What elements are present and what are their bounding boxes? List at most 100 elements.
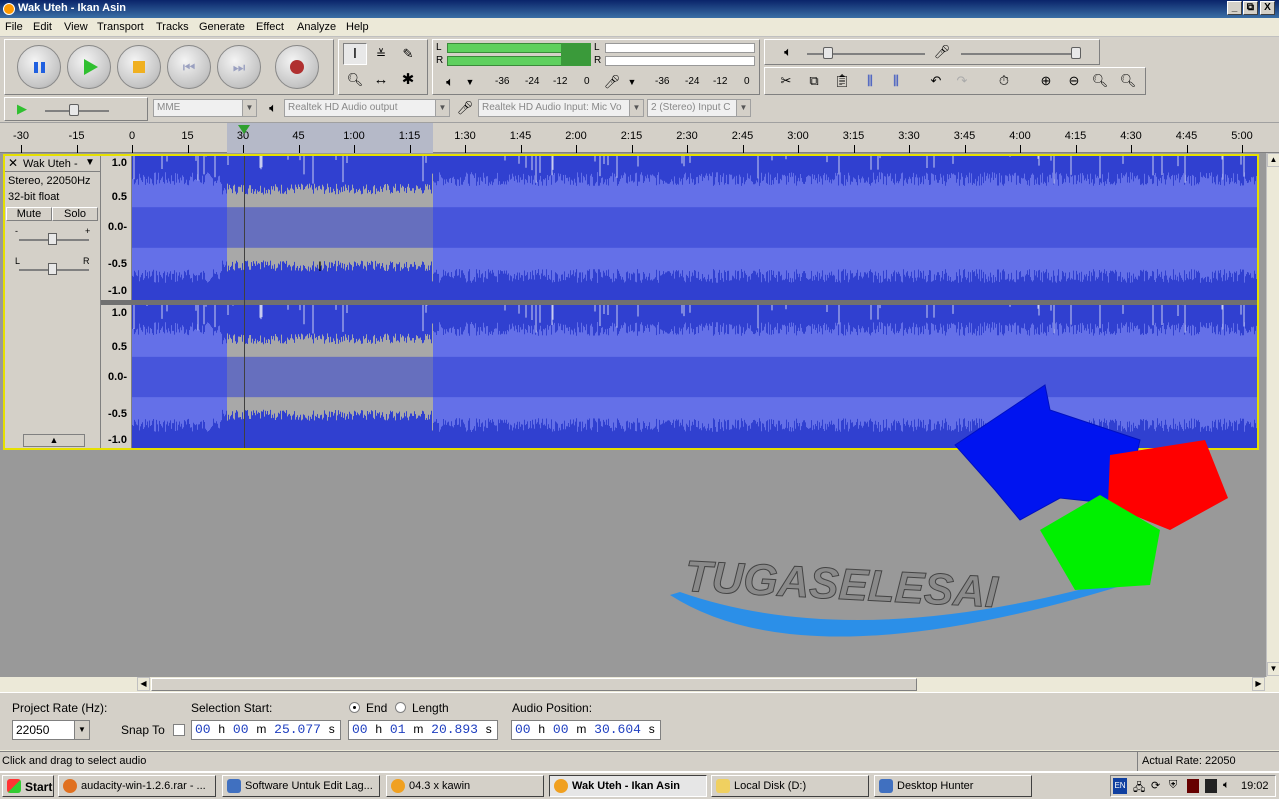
mute-button[interactable]: Mute <box>6 207 52 221</box>
silence-icon[interactable]: ⫼ <box>885 70 907 92</box>
pause-icon <box>33 61 45 73</box>
meter-dropdown-icon[interactable]: ▼ <box>459 71 481 93</box>
output-device-select[interactable]: Realtek HD Audio output ▼ <box>284 99 450 117</box>
timeline-ruler[interactable]: -30 -15 0 15 30 45 1:00 1:15 1:30 1:45 2:00 2:15 2:3… <box>0 123 1279 153</box>
taskbar-item[interactable]: 04.3 x kawin <box>386 775 544 797</box>
pan-thumb[interactable] <box>48 263 57 275</box>
fit-project-icon[interactable]: 🔍︎ <box>1117 70 1139 92</box>
scroll-thumb[interactable] <box>151 678 917 691</box>
pause-button[interactable] <box>17 45 61 89</box>
meter-right-label: R <box>436 55 444 66</box>
taskbar-item-active[interactable]: Wak Uteh - Ikan Asin <box>549 775 707 797</box>
taskbar-item[interactable]: Desktop Hunter <box>874 775 1032 797</box>
speed-thumb[interactable] <box>69 104 79 116</box>
play-at-speed-icon[interactable]: ▶ <box>11 98 33 120</box>
cut-icon[interactable]: ✂ <box>775 70 797 92</box>
taskbar-item[interactable]: Software Untuk Edit Lag... <box>222 775 380 797</box>
record-button[interactable] <box>275 45 319 89</box>
volume-icon[interactable]: 🔈︎ <box>1223 779 1230 792</box>
track-header[interactable]: ✕ Wak Uteh - ▼ <box>5 156 100 172</box>
project-rate-select[interactable]: 22050 ▼ <box>12 720 90 740</box>
input-device-select[interactable]: Realtek HD Audio Input: Mic Vo ▼ <box>478 99 644 117</box>
restore-button[interactable]: ⧉ <box>1243 1 1258 15</box>
menu-transport[interactable]: Transport <box>97 21 144 33</box>
microphone-icon[interactable]: 🎤︎ <box>601 71 623 93</box>
ruler-label: 2:15 <box>620 130 643 142</box>
redo-icon[interactable]: ↷ <box>951 70 973 92</box>
menu-view[interactable]: View <box>64 21 88 33</box>
skip-start-button[interactable]: ⏮ <box>167 45 211 89</box>
trim-icon[interactable]: ⫼ <box>859 70 881 92</box>
fit-selection-icon[interactable]: 🔍︎ <box>1089 70 1111 92</box>
selection-start-field[interactable]: 00 h 00 m 25.077 s <box>191 720 341 740</box>
ibeam-cursor-icon: I <box>318 258 322 274</box>
menu-effect[interactable]: Effect <box>256 21 284 33</box>
record-meter-dropdown-icon[interactable]: ▼ <box>621 71 643 93</box>
speaker-icon[interactable]: 🔈︎ <box>439 71 461 93</box>
stop-button[interactable] <box>117 45 161 89</box>
menu-tracks[interactable]: Tracks <box>156 21 189 33</box>
zoom-out-icon[interactable]: ⊖ <box>1063 70 1085 92</box>
end-radio[interactable] <box>349 702 360 713</box>
app-tray-icon[interactable] <box>1187 779 1199 793</box>
window-icon <box>227 779 241 793</box>
snap-to-checkbox[interactable] <box>173 724 185 736</box>
network-icon[interactable]: 🖧 <box>1133 779 1145 798</box>
play-button[interactable] <box>67 45 111 89</box>
input-volume-thumb[interactable] <box>1071 47 1081 59</box>
scroll-right-icon[interactable]: ▶ <box>1252 677 1265 691</box>
envelope-tool-icon[interactable]: ≚ <box>369 43 393 65</box>
input-volume-slider[interactable] <box>961 53 1079 55</box>
close-track-icon[interactable]: ✕ <box>8 156 18 170</box>
track-name[interactable]: Wak Uteh - <box>23 158 78 170</box>
scroll-left-icon[interactable]: ◀ <box>137 677 150 691</box>
output-volume-thumb[interactable] <box>823 47 833 59</box>
sync-lock-icon[interactable]: ⏱ <box>993 70 1015 92</box>
taskbar-item[interactable]: Local Disk (D:) <box>711 775 869 797</box>
solo-button[interactable]: Solo <box>52 207 98 221</box>
menu-help[interactable]: Help <box>346 21 369 33</box>
taskbar-item[interactable]: audacity-win-1.2.6.rar - ... <box>58 775 216 797</box>
app-tray-icon[interactable] <box>1205 779 1217 793</box>
multi-tool-icon[interactable]: ✱ <box>396 69 420 91</box>
language-indicator[interactable]: EN <box>1113 778 1127 794</box>
zoom-in-icon[interactable]: ⊕ <box>1035 70 1057 92</box>
scroll-up-icon[interactable]: ▲ <box>1267 153 1279 167</box>
zoom-tool-icon[interactable]: 🔍︎ <box>343 69 367 91</box>
record-meter-right-label: R <box>594 55 602 66</box>
menu-edit[interactable]: Edit <box>33 21 52 33</box>
sync-icon[interactable]: ⟳ <box>1151 779 1160 792</box>
gain-thumb[interactable] <box>48 233 57 245</box>
vertical-scrollbar[interactable]: ▲ ▼ <box>1266 153 1279 677</box>
menu-generate[interactable]: Generate <box>199 21 245 33</box>
horizontal-scrollbar[interactable]: ◀ ▶ <box>137 677 1266 692</box>
copy-icon[interactable]: ⧉ <box>803 70 825 92</box>
selection-end-field[interactable]: 00 h 01 m 20.893 s <box>348 720 498 740</box>
host-select[interactable]: MME ▼ <box>153 99 257 117</box>
undo-icon[interactable]: ↶ <box>925 70 947 92</box>
draw-tool-icon[interactable]: ✎ <box>396 43 420 65</box>
start-button[interactable]: Start <box>2 775 54 797</box>
collapse-track-button[interactable]: ▲ <box>23 434 85 447</box>
timeshift-tool-icon[interactable]: ↔ <box>369 69 393 91</box>
skip-end-button[interactable]: ⏭ <box>217 45 261 89</box>
audio-position-field[interactable]: 00 h 00 m 30.604 s <box>511 720 661 740</box>
input-device-icon: 🎤︎ <box>456 100 474 115</box>
ruler-tick <box>76 145 78 153</box>
meter-tick: -24 <box>685 76 700 87</box>
selection-tool-icon[interactable]: I <box>343 43 367 65</box>
menu-file[interactable]: File <box>5 21 23 33</box>
shield-icon[interactable]: ⛨ <box>1169 779 1177 792</box>
chevron-down-icon[interactable]: ▼ <box>74 721 89 739</box>
toolbar-area: ⏮ ⏭ I ≚ ✎ 🔍︎ ↔ ✱ L R L R 🔈︎ ▼ -36 -24 -1… <box>0 37 1279 123</box>
scroll-down-icon[interactable]: ▼ <box>1267 662 1279 676</box>
minimize-button[interactable]: _ <box>1227 1 1242 15</box>
ruler-tick <box>354 145 355 153</box>
paste-icon[interactable]: 📋︎ <box>831 70 853 92</box>
track-menu-icon[interactable]: ▼ <box>85 157 95 168</box>
menu-analyze[interactable]: Analyze <box>297 21 336 33</box>
close-button[interactable]: X <box>1260 1 1275 15</box>
input-channels-select[interactable]: 2 (Stereo) Input C ▼ <box>647 99 751 117</box>
waveform-left-channel[interactable] <box>132 155 1258 300</box>
length-radio[interactable] <box>395 702 406 713</box>
